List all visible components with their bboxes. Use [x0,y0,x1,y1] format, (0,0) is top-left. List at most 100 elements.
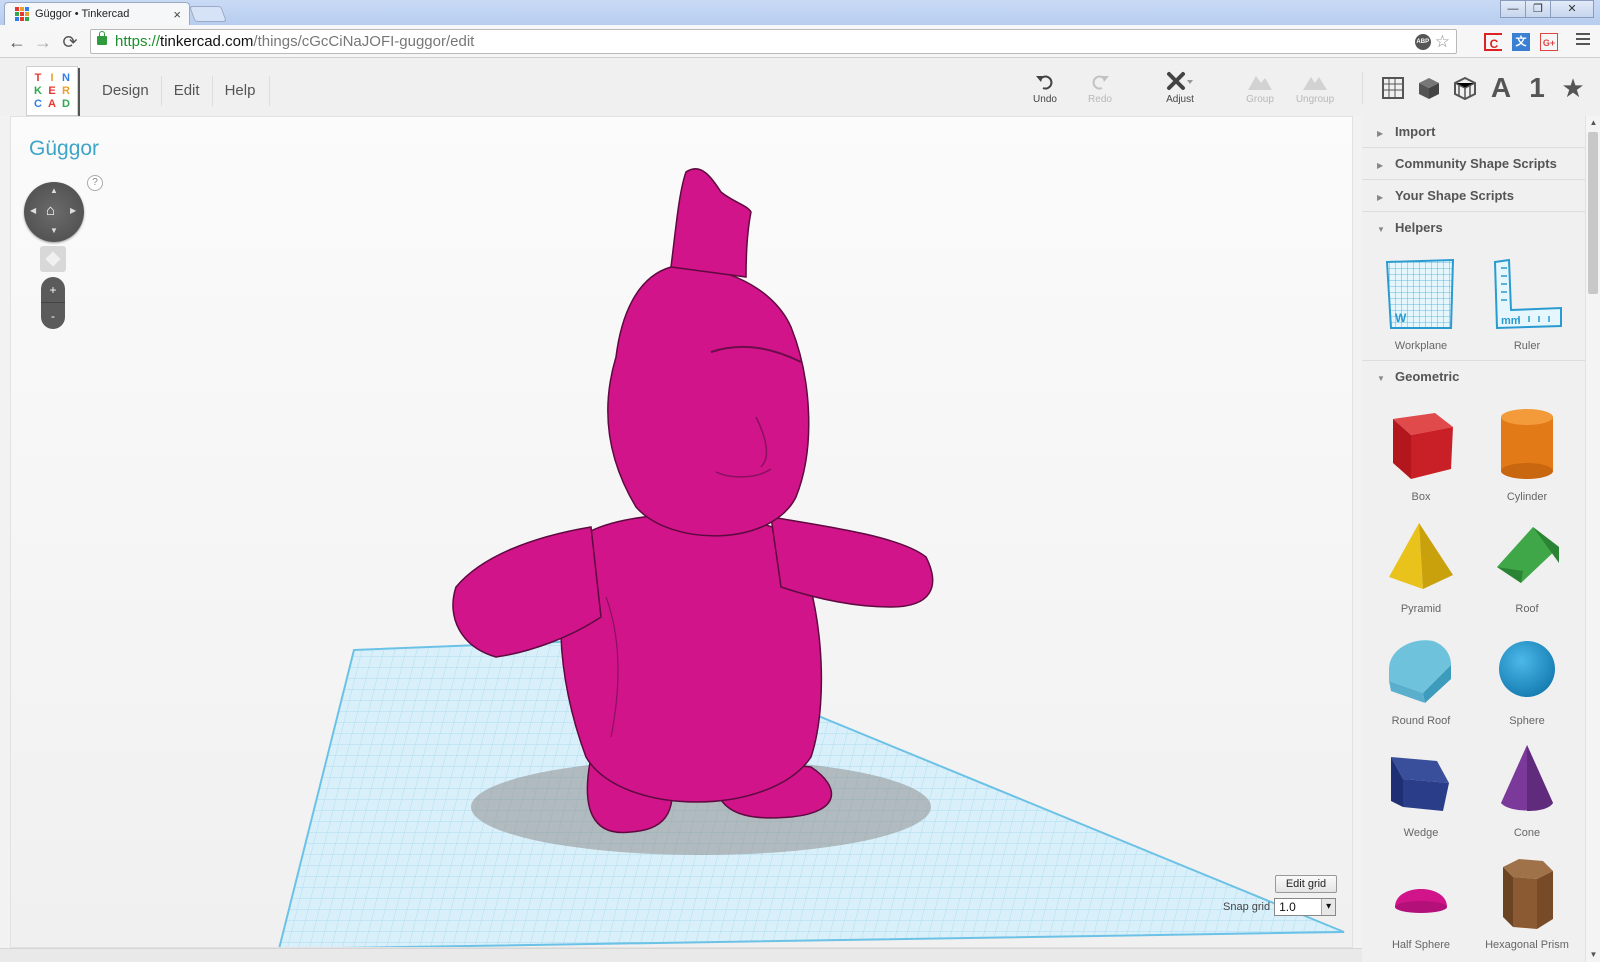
section-import[interactable]: ▶ Import [1362,116,1585,148]
tinkercad-logo[interactable]: TIN KER CAD [26,66,78,116]
section-helpers[interactable]: ▼ Helpers [1362,212,1585,244]
roof-shape-icon [1497,527,1559,583]
ungroup-icon [1303,77,1327,90]
geometric-shapes-grid: Box Cylinder Pyramid Roof Round Roof Sph… [1362,393,1585,959]
logo-letter: R [62,85,70,97]
section-community-shape-scripts[interactable]: ▶ Community Shape Scripts [1362,148,1585,180]
snap-grid-select[interactable]: 1.0 [1274,898,1337,916]
svg-text:W: W [1395,311,1407,325]
zoom-out-button[interactable]: - [41,303,65,329]
home-view-icon[interactable]: ⌂ [46,202,55,219]
browser-tab[interactable]: Güggor • Tinkercad × [4,2,190,25]
shape-cylinder[interactable]: Cylinder [1474,399,1580,511]
box-shape-icon [1393,413,1453,479]
pyramid-shape-icon [1389,523,1453,589]
zoom-control: + - [41,277,65,329]
menu-design[interactable]: Design [90,76,162,106]
app-header: TINKERCAD Design Edit Help Undo Redo Adj… [0,58,1600,116]
browser-tab-strip: Güggor • Tinkercad × — ❐ ✕ [0,0,1600,25]
shape-ruler[interactable]: mm Ruler [1474,250,1580,360]
3d-scene[interactable] [11,117,1353,948]
perspective-toggle-button[interactable] [40,246,66,272]
collapsed-arrow-icon: ▶ [1377,161,1384,170]
orbit-up-icon[interactable]: ▲ [50,186,58,195]
ungroup-button[interactable]: Ungroup [1288,70,1342,110]
shape-roof[interactable]: Roof [1474,511,1580,623]
shape-sphere[interactable]: Sphere [1474,623,1580,735]
browser-toolbar: ← → ⟳ https://tinkercad.com/things/cGcCi… [0,25,1600,58]
shape-round-roof[interactable]: Round Roof [1368,623,1474,735]
help-icon[interactable]: ? [87,175,103,191]
browser-menu-icon[interactable] [1576,33,1590,47]
cone-label: Cone [1513,827,1541,839]
logo-letter: K [34,85,42,97]
address-bar[interactable]: https://tinkercad.com/things/cGcCiNaJOFI… [90,29,1457,54]
wedge-shape-icon [1391,757,1449,811]
menu-help[interactable]: Help [213,76,271,106]
shape-half-sphere[interactable]: Half Sphere [1368,847,1474,959]
orbit-down-icon[interactable]: ▼ [50,226,58,235]
half-sphere-shape-icon [1395,889,1447,913]
cylinder-label: Cylinder [1506,491,1548,503]
collapsed-arrow-icon: ▶ [1377,129,1384,138]
google-plus-extension-icon[interactable]: G+ [1540,33,1558,51]
reload-button[interactable]: ⟳ [59,31,81,53]
favorites-star-icon[interactable]: ★ [1555,72,1591,104]
shape-hexagonal-prism[interactable]: Hexagonal Prism [1474,847,1580,959]
scroll-down-icon[interactable]: ▼ [1586,948,1600,962]
hole-cube-icon[interactable] [1447,72,1483,104]
sphere-shape-icon [1499,641,1555,697]
design-title[interactable]: Güggor [29,137,99,161]
redo-button[interactable]: Redo [1073,70,1127,110]
roof-label: Roof [1515,603,1539,615]
adjust-tools-icon [1167,72,1193,90]
adblock-icon[interactable]: ABP [1414,33,1431,50]
hexagonal-prism-label: Hexagonal Prism [1485,939,1569,951]
expanded-arrow-icon: ▼ [1377,225,1385,234]
cone-shape-icon [1501,745,1553,811]
shape-cone[interactable]: Cone [1474,735,1580,847]
new-tab-button[interactable] [189,6,227,22]
menu-edit[interactable]: Edit [162,76,213,106]
shape-workplane[interactable]: W Workplane [1368,250,1474,360]
scroll-up-icon[interactable]: ▲ [1586,116,1600,130]
undo-button[interactable]: Undo [1018,70,1072,110]
scroll-thumb[interactable] [1588,132,1598,294]
section-your-shape-scripts[interactable]: ▶ Your Shape Scripts [1362,180,1585,212]
shapes-panel: ▶ Import ▶ Community Shape Scripts ▶ Your S… [1362,116,1585,962]
extension-c-icon[interactable]: C [1484,33,1502,51]
shape-wedge[interactable]: Wedge [1368,735,1474,847]
zoom-in-button[interactable]: + [41,277,65,303]
tab-close-icon[interactable]: × [173,7,181,22]
view-toolbar: A 1 ★ [1362,72,1591,104]
section-geometric[interactable]: ▼ Geometric [1362,361,1585,393]
minimize-button[interactable]: — [1500,0,1526,18]
orbit-left-icon[interactable]: ◀ [30,206,36,215]
close-window-button[interactable]: ✕ [1550,0,1594,18]
group-icon [1248,76,1272,90]
grid-view-icon[interactable] [1375,72,1411,104]
logo-letter: E [48,85,56,97]
panel-scrollbar[interactable]: ▲ ▼ [1585,116,1600,962]
forward-button[interactable]: → [32,31,54,53]
orbit-right-icon[interactable]: ▶ [70,206,76,215]
back-button[interactable]: ← [6,31,28,53]
undo-icon [1036,75,1053,90]
number-shape-icon[interactable]: 1 [1519,72,1555,104]
text-shape-icon[interactable]: A [1483,72,1519,104]
adjust-button[interactable]: Adjust [1153,70,1207,110]
solid-cube-icon[interactable] [1411,72,1447,104]
view-navigation-control[interactable]: ⌂ ▲ ▼ ◀ ▶ [24,182,84,242]
restore-button[interactable]: ❐ [1525,0,1551,18]
url-host: tinkercad.com [160,33,254,50]
translate-extension-icon[interactable]: 文 [1512,33,1530,51]
3d-workspace[interactable]: Güggor ⌂ ▲ ▼ ◀ ▶ ? + - Edit grid Snap gr… [10,116,1353,948]
group-button[interactable]: Group [1233,70,1287,110]
tab-title: Güggor • Tinkercad [35,8,130,20]
shape-box[interactable]: Box [1368,399,1474,511]
bookmark-star-icon[interactable]: ☆ [1435,33,1450,50]
shape-pyramid[interactable]: Pyramid [1368,511,1474,623]
edit-grid-button[interactable]: Edit grid [1275,875,1337,893]
half-sphere-label: Half Sphere [1391,939,1451,951]
workplane-label: Workplane [1394,340,1448,352]
